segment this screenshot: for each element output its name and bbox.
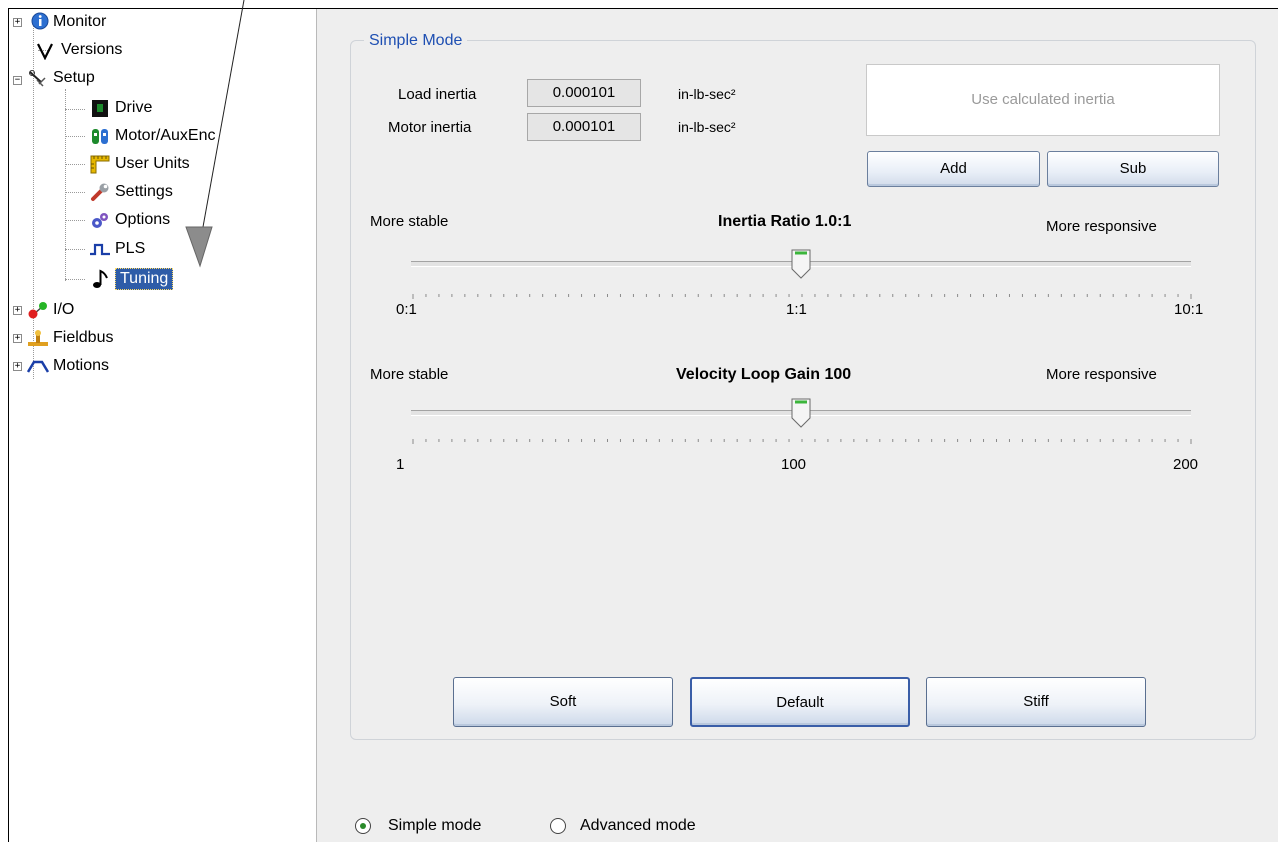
- setup-expander[interactable]: −: [13, 76, 22, 85]
- sub-button[interactable]: Sub: [1047, 151, 1219, 187]
- tree-item-motor-auxenc[interactable]: Motor/AuxEnc: [89, 125, 215, 147]
- motor-icon: [89, 126, 111, 146]
- motor-inertia-unit: in-lb-sec²: [678, 119, 736, 135]
- tree-item-tuning[interactable]: Tuning: [89, 268, 174, 290]
- motor-inertia-label: Motor inertia: [388, 119, 472, 136]
- velocity-max-label: 200: [1173, 456, 1199, 473]
- add-button[interactable]: Add: [867, 151, 1040, 187]
- tree-item-label: Tuning: [115, 268, 174, 290]
- advanced-mode-radio[interactable]: [550, 818, 566, 834]
- tree-item-motions[interactable]: Motions: [26, 355, 110, 377]
- pulse-icon: [89, 239, 111, 259]
- velocity-more-stable-label: More stable: [370, 366, 449, 383]
- tree-item-label: Fieldbus: [53, 329, 114, 346]
- load-inertia-field[interactable]: 0.000101: [527, 79, 641, 107]
- tree-item-label: Motor/AuxEnc: [115, 127, 216, 144]
- velocity-loop-gain-slider-thumb[interactable]: [791, 398, 811, 428]
- tree-item-user-units[interactable]: User Units: [89, 153, 190, 175]
- music-note-icon: [89, 269, 111, 289]
- setup-tools-icon: [27, 68, 49, 88]
- tree-item-io[interactable]: I/O: [27, 299, 74, 321]
- simple-mode-label[interactable]: Simple mode: [388, 817, 481, 835]
- motor-inertia-field[interactable]: 0.000101: [527, 113, 641, 141]
- tree-item-label: Setup: [53, 69, 95, 86]
- motions-expander[interactable]: +: [13, 362, 22, 371]
- simple-mode-group: [350, 40, 1256, 740]
- info-icon: [27, 12, 49, 32]
- tree-item-fieldbus[interactable]: Fieldbus: [27, 327, 113, 349]
- tree-item-label: User Units: [115, 155, 190, 172]
- tree-item-label: Monitor: [53, 13, 107, 30]
- tree-item-setup[interactable]: Setup: [27, 67, 95, 89]
- soft-button[interactable]: Soft: [453, 677, 673, 727]
- tree-item-pls[interactable]: PLS: [89, 238, 145, 260]
- gears-icon: [89, 210, 111, 230]
- inertia-ratio-title: Inertia Ratio 1.0:1: [718, 213, 852, 230]
- velocity-more-responsive-label: More responsive: [1046, 366, 1157, 383]
- tree-item-versions[interactable]: Versions: [35, 39, 122, 61]
- velocity-mid-label: 100: [781, 456, 807, 473]
- advanced-mode-label[interactable]: Advanced mode: [580, 817, 696, 835]
- tree-item-label: Versions: [61, 41, 123, 58]
- tree-item-label: PLS: [115, 240, 146, 257]
- wrench-icon: [89, 182, 111, 202]
- tree-item-label: Settings: [115, 183, 173, 200]
- inertia-min-label: 0:1: [396, 301, 417, 318]
- inertia-more-responsive-label: More responsive: [1046, 218, 1157, 235]
- tree-item-monitor[interactable]: Monitor: [27, 11, 106, 33]
- simple-mode-group-title: Simple Mode: [364, 32, 468, 50]
- velocity-loop-gain-title: Velocity Loop Gain 100: [676, 366, 852, 383]
- velocity-loop-gain-ticks: [412, 439, 1192, 444]
- inertia-mid-label: 1:1: [786, 301, 807, 318]
- drive-icon: [89, 98, 111, 118]
- tree-item-label: Motions: [53, 357, 110, 374]
- tree-item-label: I/O: [53, 301, 75, 318]
- inertia-max-label: 10:1: [1174, 301, 1204, 318]
- monitor-expander[interactable]: +: [13, 18, 22, 27]
- ruler-icon: [89, 154, 111, 174]
- tree-item-label: Options: [115, 211, 171, 228]
- simple-mode-radio[interactable]: [355, 818, 371, 834]
- fieldbus-expander[interactable]: +: [13, 334, 22, 343]
- tree-item-drive[interactable]: Drive: [89, 97, 152, 119]
- versions-v-icon: [35, 40, 57, 61]
- io-icon: [27, 300, 49, 320]
- tree-item-label: Drive: [115, 99, 153, 116]
- io-expander[interactable]: +: [13, 306, 22, 315]
- inertia-ratio-ticks: [412, 294, 1192, 299]
- load-inertia-label: Load inertia: [398, 86, 477, 103]
- use-calculated-inertia-button[interactable]: Use calculated inertia: [866, 64, 1220, 136]
- velocity-min-label: 1: [396, 456, 405, 473]
- load-inertia-unit: in-lb-sec²: [678, 86, 736, 102]
- motion-profile-icon: [26, 356, 50, 376]
- inertia-ratio-slider-thumb[interactable]: [791, 249, 811, 279]
- tree-item-options[interactable]: Options: [89, 209, 170, 231]
- default-button[interactable]: Default: [690, 677, 910, 727]
- inertia-more-stable-label: More stable: [370, 213, 449, 230]
- stiff-button[interactable]: Stiff: [926, 677, 1146, 727]
- tree-item-settings[interactable]: Settings: [89, 181, 173, 203]
- fieldbus-icon: [27, 328, 49, 348]
- navigation-tree[interactable]: + − + + + Monitor Versions Setup Drive M…: [9, 9, 317, 842]
